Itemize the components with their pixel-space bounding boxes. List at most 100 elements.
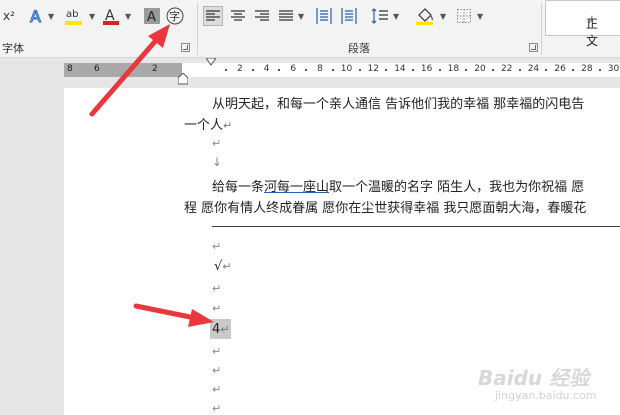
horizontal-line (212, 226, 620, 227)
align-left-icon (206, 10, 220, 21)
text-effects-button[interactable]: A (28, 6, 44, 26)
font-color-icon: A (103, 8, 119, 25)
ruler-tick (518, 69, 521, 71)
paragraph-dialog-launcher-icon[interactable] (529, 43, 538, 52)
line-spacing-button[interactable] (370, 6, 390, 26)
paragraph-mark: ↵ (212, 240, 222, 253)
ruler-number: 30 (607, 64, 620, 74)
paint-bucket-icon (416, 8, 433, 25)
paragraph-mark: ↵ (212, 137, 222, 150)
ruler-tick (305, 69, 308, 71)
selected-number[interactable]: 4↵ (212, 322, 230, 337)
justify-button[interactable] (277, 6, 295, 26)
hanging-indent-icon[interactable] (178, 73, 188, 85)
borders-icon (457, 9, 471, 23)
ruler-tick (225, 69, 227, 71)
document-line: 一个人↵ (184, 118, 233, 133)
ruler-number: 26 (554, 64, 566, 74)
ruler-number: 2 (237, 64, 243, 74)
chevron-down-icon[interactable]: ▼ (48, 12, 54, 21)
font-dialog-launcher-icon[interactable] (181, 43, 190, 52)
align-right-button[interactable] (253, 6, 271, 26)
ruler-number: 4 (263, 64, 270, 74)
ruler-tick (572, 69, 575, 71)
ruler-number: 12 (367, 64, 379, 74)
ruler-number: 6 (290, 64, 297, 74)
chevron-down-icon[interactable]: ▼ (89, 12, 95, 21)
chevron-down-icon[interactable]: ▼ (298, 12, 304, 21)
highlighter-icon: ab (65, 9, 82, 25)
chevron-down-icon[interactable]: ▼ (393, 12, 399, 21)
ruler-number: 22 (501, 64, 513, 74)
character-shading-button[interactable]: A (143, 6, 161, 26)
svg-text:字: 字 (169, 9, 180, 23)
paragraph-mark: ↵ (212, 282, 222, 295)
svg-text:ab: ab (66, 9, 78, 20)
phonetic-guide-button[interactable]: 字 (165, 6, 185, 26)
ruler-tick (358, 69, 361, 71)
group-divider (197, 3, 198, 55)
justify-icon (279, 10, 293, 21)
line-break-mark: ↓ (212, 155, 223, 169)
ruler-number: 14 (394, 64, 406, 74)
text-direction-button[interactable] (339, 6, 359, 26)
ribbon: x² A ▼ ab ▼ A ▼ A 字 字体 ▼ ▼ ▼ ▼ 段落 ↲ 正文 (0, 0, 620, 58)
highlight-color-button[interactable]: ab (64, 6, 84, 26)
paragraph-mark: ↵ (212, 383, 222, 396)
paragraph-mark: ↵ (212, 302, 222, 315)
align-left-button[interactable] (203, 6, 223, 26)
borders-button[interactable] (455, 6, 473, 26)
ruler-tick (251, 69, 254, 71)
ruler-tick (278, 69, 281, 71)
svg-text:A: A (147, 10, 156, 24)
ruler-tick (492, 69, 494, 71)
align-center-button[interactable] (229, 6, 247, 26)
document-line: 给每一条河每一座山取一个温暖的名字 陌生人，我也为你祝福 愿 (212, 180, 585, 195)
chevron-down-icon[interactable]: ▼ (477, 12, 483, 21)
ruler-number: 8 (67, 64, 73, 74)
ruler-number: 20 (474, 64, 486, 74)
ruler-number: 18 (447, 64, 460, 74)
document-line: 从明天起，和每一个亲人通信 告诉他们我的幸福 那幸福的闪电告 (212, 97, 585, 112)
ruler-tick (411, 69, 414, 71)
chevron-down-icon[interactable]: ▼ (125, 12, 131, 21)
checkmark-symbol: √↵ (214, 259, 232, 274)
superscript-button[interactable]: x² (0, 6, 18, 26)
ruler-tick (385, 69, 388, 71)
group-divider (541, 3, 542, 55)
ruler-number: 6 (94, 64, 100, 74)
enclosed-character-icon: 字 (166, 7, 184, 25)
align-right-icon (255, 10, 269, 21)
ruler-number: 28 (581, 64, 593, 74)
font-color-button[interactable]: A (102, 6, 120, 26)
svg-text:A: A (30, 7, 41, 25)
text-direction-icon (341, 8, 357, 24)
line-spacing-icon (371, 8, 388, 24)
chevron-down-icon[interactable]: ▼ (440, 12, 446, 21)
shading-button[interactable] (414, 6, 436, 26)
paragraph-mark: ↵ (212, 345, 222, 358)
ruler-tick (465, 69, 468, 71)
distributed-button[interactable] (314, 6, 334, 26)
style-normal[interactable]: ↲ 正文 (545, 0, 620, 48)
ruler-tick (545, 69, 548, 71)
ruler-number: 16 (420, 64, 433, 74)
ruler-number: 2 (152, 64, 158, 74)
distributed-icon (316, 8, 332, 24)
character-shading-icon: A (144, 8, 160, 24)
ruler-tick (331, 69, 334, 71)
watermark-url: jingyan.baidu.com (495, 389, 597, 402)
paragraph-group-label: 段落 (348, 42, 370, 55)
align-center-icon (231, 10, 245, 21)
first-line-indent-icon[interactable] (206, 58, 216, 66)
paragraph-mark: ↵ (212, 402, 222, 415)
ruler-margin-area (64, 63, 182, 77)
document-line: 程 愿你有情人终成眷属 愿你在尘世获得幸福 我只愿面朝大海，春暖花 (184, 201, 587, 216)
watermark-logo: Baidu 经验 (478, 366, 590, 390)
ruler-number: 24 (527, 64, 540, 74)
ruler-number: 8 (317, 64, 323, 74)
ruler-tick (438, 69, 441, 71)
underlined-text: 河每一座山 (264, 180, 330, 195)
ruler-number: 10 (340, 64, 353, 74)
text-effects-icon: A (29, 7, 41, 25)
